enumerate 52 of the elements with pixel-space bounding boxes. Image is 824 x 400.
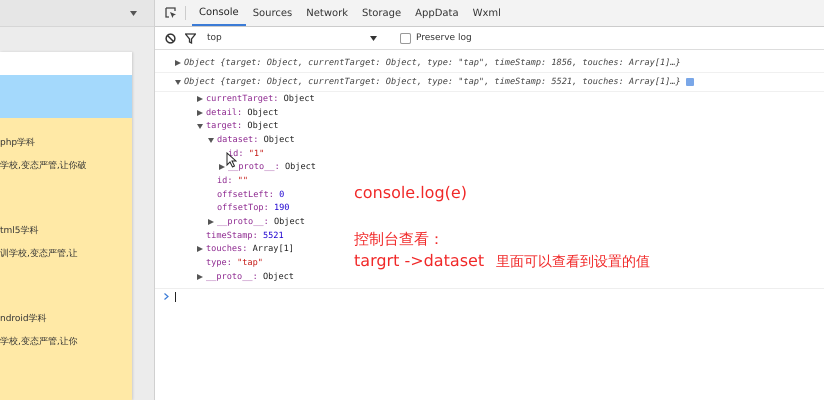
property: touches: Array[1] (206, 244, 294, 254)
item-title: tml5学科 (0, 224, 40, 237)
caret-icon (370, 36, 377, 40)
annotation-text: 控制台查看： (354, 230, 445, 249)
clear-icon[interactable] (165, 32, 176, 44)
tab[interactable]: Sources (246, 0, 300, 26)
caret-icon (130, 10, 137, 16)
property: detail: Object (206, 108, 278, 118)
expand-arrow-icon[interactable] (197, 274, 203, 280)
filter-icon[interactable] (185, 32, 196, 44)
context-dropdown[interactable]: top (207, 33, 381, 43)
expand-arrow-icon[interactable] (197, 246, 203, 252)
tab[interactable]: Storage (355, 0, 408, 26)
property: __proto__: Object (206, 272, 294, 282)
tab[interactable]: Network (299, 0, 356, 26)
tab[interactable]: Console (192, 0, 246, 26)
property: type: "tap" (206, 258, 263, 268)
collapse-arrow-icon[interactable] (208, 136, 214, 143)
property: currentTarget: Object (206, 94, 315, 104)
checkbox-label: Preserve log (416, 33, 472, 43)
collapse-arrow-icon[interactable] (197, 123, 203, 130)
text-cursor (175, 292, 176, 302)
item-title: php学科 (0, 136, 36, 149)
expand-arrow-icon[interactable] (197, 96, 203, 102)
tab[interactable]: Wxml (466, 0, 508, 26)
item-description: 训学校,变态严管,让 (0, 248, 79, 260)
expand-arrow-icon[interactable] (219, 164, 225, 170)
property: timeStamp: 5521 (206, 230, 284, 241)
collapse-arrow-icon[interactable] (175, 79, 181, 85)
property: id: "1" (228, 148, 264, 159)
property: target: Object (206, 121, 278, 132)
annotation-text: targrt ->dataset (354, 251, 484, 270)
object-summary: Object {target: Object, currentTarget: Object, type: "tap", timeStamp: 5521, touches: Array[1]…} (184, 77, 681, 87)
property: __proto__: Object (228, 162, 316, 172)
property: offsetTop: 190 (217, 203, 290, 214)
property: id: "" (217, 176, 248, 186)
annotation-text: 里面可以查看到设置的值 (496, 253, 650, 271)
expand-arrow-icon[interactable] (208, 219, 214, 226)
item-title: ndroid学科 (0, 312, 48, 325)
item-description: 学校,变态严管,让你 (0, 336, 79, 348)
inspect-icon[interactable] (165, 7, 177, 19)
checkbox[interactable] (400, 32, 411, 44)
property: offsetLeft: 0 (217, 190, 284, 200)
prompt-icon (164, 293, 169, 300)
expand-arrow-icon[interactable] (197, 110, 203, 116)
property: dataset: Object (217, 134, 295, 145)
object-summary: Object {target: Object, currentTarget: Object, type: "tap", timeStamp: 1856, touches: Array[1]…} (184, 58, 681, 68)
expand-arrow-icon[interactable] (175, 60, 181, 66)
item-description: 学校,变态严管,让你破 (0, 160, 88, 172)
property: __proto__: Object (217, 217, 305, 228)
tab[interactable]: AppData (408, 0, 466, 26)
annotation-text: console.log(e) (354, 183, 468, 202)
